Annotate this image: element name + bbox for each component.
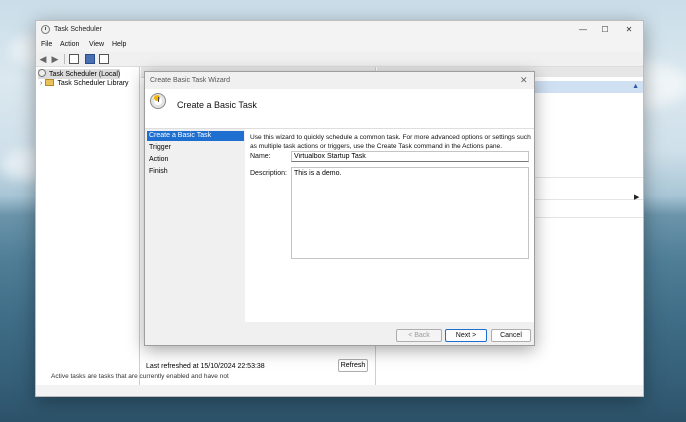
status-row: Last refreshed at 15/10/2024 22:53:38 Re… [141, 357, 375, 375]
task-description-field[interactable]: This is a demo. [291, 167, 529, 259]
step-create-basic-task[interactable]: Create a Basic Task [147, 131, 244, 141]
wizard-panel: Use this wizard to quickly schedule a co… [245, 129, 534, 322]
task-scheduler-icon [41, 25, 50, 34]
refresh-button[interactable]: Refresh [338, 359, 368, 372]
toolbar-separator [64, 54, 65, 64]
dialog-heading: Create a Basic Task [177, 100, 257, 110]
forward-arrow-icon[interactable]: ▶ [50, 54, 60, 64]
clock-icon [38, 69, 46, 77]
tree-item-task-scheduler-local[interactable]: Task Scheduler (Local) [38, 69, 121, 79]
wizard-intro-text: Use this wizard to quickly schedule a co… [250, 134, 531, 150]
show-hide-console-tree-icon[interactable] [69, 54, 79, 64]
dialog-header: Create a Basic Task [145, 89, 534, 129]
dialog-close-icon[interactable]: ✕ [520, 75, 528, 86]
toolbar: ◀ ▶ [36, 52, 643, 67]
expand-chevron-icon[interactable]: › [40, 80, 42, 87]
tree-item-task-scheduler-library[interactable]: › Task Scheduler Library [40, 79, 129, 89]
step-trigger[interactable]: Trigger [147, 143, 244, 153]
back-button[interactable]: < Back [396, 329, 442, 342]
menu-action[interactable]: Action [60, 41, 79, 48]
submenu-arrow-icon[interactable]: ▶ [634, 193, 639, 201]
menu-help[interactable]: Help [112, 41, 126, 48]
folder-icon [45, 79, 55, 86]
help-icon[interactable] [85, 54, 95, 64]
maximize-button[interactable]: ☐ [597, 24, 613, 36]
tree-item-label: Task Scheduler Library [57, 80, 129, 87]
title-bar: Task Scheduler — ☐ ✕ [36, 21, 643, 39]
menu-view[interactable]: View [89, 41, 104, 48]
task-name-field[interactable] [291, 151, 529, 162]
description-label: Description: [250, 170, 287, 177]
tree-item-label: Task Scheduler (Local) [49, 71, 121, 78]
wizard-steps: Create a Basic Task Trigger Action Finis… [145, 131, 245, 321]
back-arrow-icon[interactable]: ◀ [38, 54, 48, 64]
close-button[interactable]: ✕ [621, 24, 637, 36]
create-basic-task-wizard: Create Basic Task Wizard ✕ Create a Basi… [144, 71, 535, 346]
next-button[interactable]: Next > [445, 329, 487, 342]
step-finish[interactable]: Finish [147, 167, 244, 177]
last-refreshed-text: Last refreshed at 15/10/2024 22:53:38 [146, 363, 265, 370]
xda-watermark: XDA [590, 369, 629, 387]
minimize-button[interactable]: — [575, 24, 591, 36]
task-wizard-icon [150, 93, 166, 109]
window-title: Task Scheduler [54, 26, 102, 33]
console-tree: Task Scheduler (Local) › Task Scheduler L… [36, 67, 140, 385]
menu-file[interactable]: File [41, 41, 52, 48]
collapse-arrow-icon[interactable]: ▲ [632, 83, 639, 90]
star-icon [154, 95, 160, 101]
menu-bar: File Action View Help [36, 39, 643, 51]
step-action[interactable]: Action [147, 155, 244, 165]
name-label: Name: [250, 153, 271, 160]
cancel-button[interactable]: Cancel [491, 329, 531, 342]
dialog-title: Create Basic Task Wizard [150, 77, 231, 84]
show-action-pane-icon[interactable] [99, 54, 109, 64]
